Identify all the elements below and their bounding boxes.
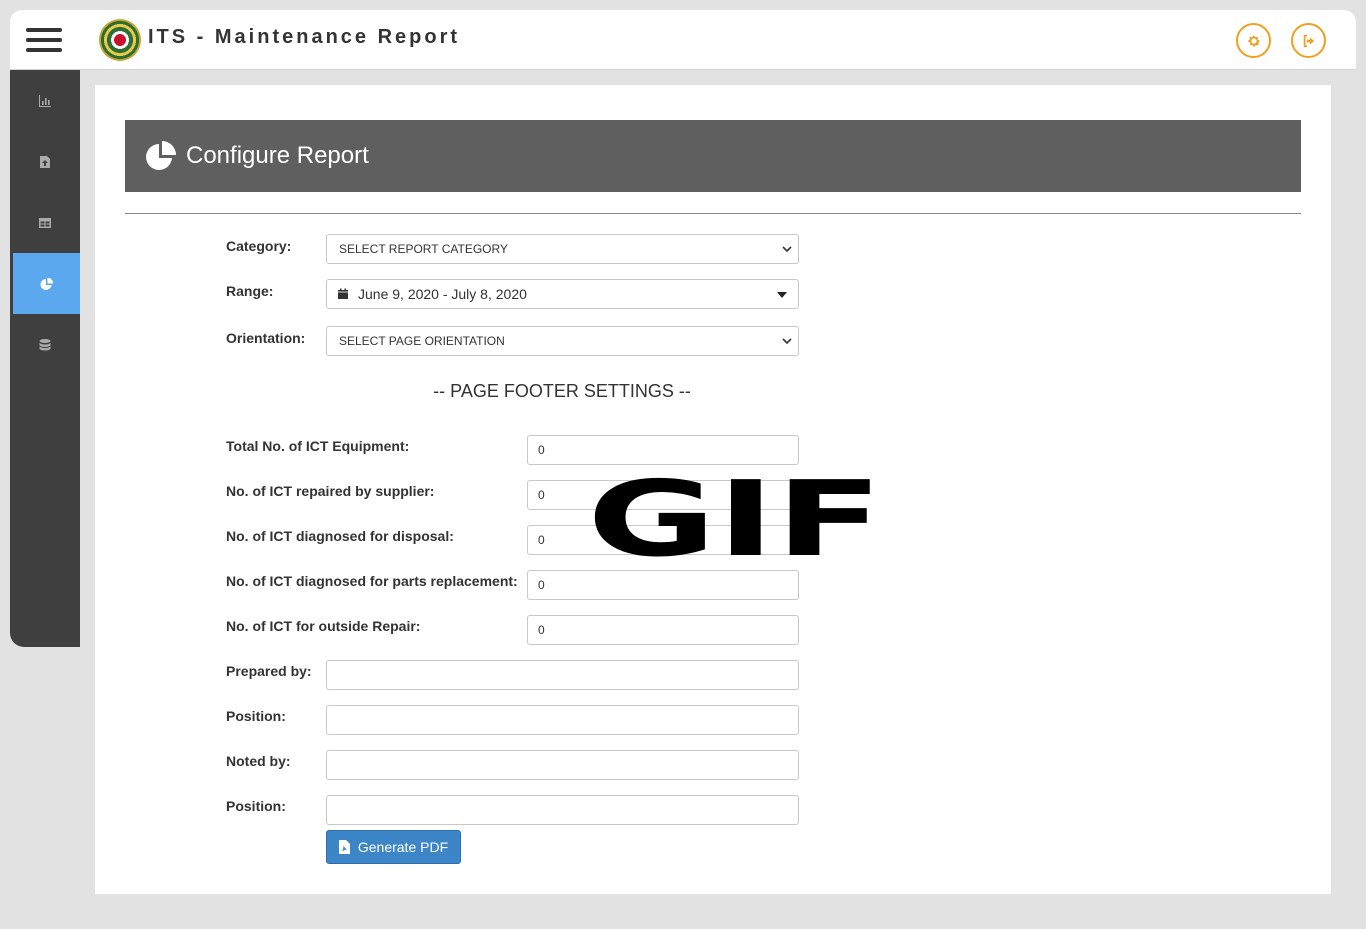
panel-header: Configure Report (125, 120, 1301, 192)
database-icon (39, 338, 51, 350)
file-upload-icon (40, 155, 50, 168)
sidebar-item-upload[interactable] (10, 131, 80, 192)
bar-chart-icon (39, 94, 51, 107)
divider (125, 213, 1301, 214)
sidebar-item-reports[interactable] (13, 253, 80, 314)
caret-down-icon (777, 292, 787, 298)
category-select-value: SELECT REPORT CATEGORY (339, 242, 508, 256)
sidebar-item-records[interactable] (10, 192, 80, 253)
date-range-picker[interactable]: June 9, 2020 - July 8, 2020 (326, 279, 799, 309)
parts-replacement-input[interactable]: 0 (527, 570, 799, 600)
input-value: 0 (538, 533, 545, 547)
range-label: Range: (226, 283, 274, 299)
orientation-select-value: SELECT PAGE ORIENTATION (339, 334, 505, 348)
prepared-by-label: Prepared by: (226, 663, 312, 679)
prepared-by-input[interactable] (326, 660, 799, 690)
sidebar-item-database[interactable] (10, 314, 80, 375)
position-label: Position: (226, 708, 286, 724)
footer-field-label: No. of ICT diagnosed for disposal: (226, 528, 454, 544)
footer-field-label: No. of ICT for outside Repair: (226, 618, 421, 634)
category-label: Category: (226, 238, 292, 254)
sidebar (10, 70, 80, 647)
orientation-label: Orientation: (226, 330, 306, 346)
panel-title: Configure Report (186, 142, 369, 169)
top-bar: ITS - Maintenance Report (10, 10, 1356, 70)
app-window: ITS - Maintenance Report Configure Repor… (10, 10, 1356, 929)
gear-icon (1247, 35, 1260, 47)
footer-field-label: No. of ICT repaired by supplier: (226, 483, 435, 499)
sign-out-icon (1303, 34, 1314, 47)
input-value: 0 (538, 488, 545, 502)
input-value: 0 (538, 578, 545, 592)
footer-field-label: Total No. of ICT Equipment: (226, 438, 410, 454)
prepared-by-position-input[interactable] (326, 705, 799, 735)
outside-repair-input[interactable]: 0 (527, 615, 799, 645)
pie-chart-icon (146, 141, 176, 170)
generate-pdf-label: Generate PDF (357, 839, 449, 855)
total-ict-equipment-input[interactable]: 0 (527, 435, 799, 465)
app-title: ITS - Maintenance Report (148, 26, 461, 48)
agency-seal-logo (99, 19, 141, 61)
orientation-select[interactable]: SELECT PAGE ORIENTATION (326, 326, 799, 356)
input-value: 0 (538, 623, 545, 637)
input-value: 0 (538, 443, 545, 457)
page-footer-settings-heading: -- PAGE FOOTER SETTINGS -- (433, 381, 691, 401)
generate-pdf-button[interactable]: Generate PDF (326, 830, 461, 864)
chevron-down-icon (782, 338, 792, 345)
calendar-icon (338, 288, 348, 299)
table-icon (39, 217, 51, 228)
noted-by-input[interactable] (326, 750, 799, 780)
footer-field-label: No. of ICT diagnosed for parts replaceme… (226, 573, 518, 589)
sidebar-item-dashboard[interactable] (10, 70, 80, 131)
settings-button[interactable] (1236, 23, 1271, 58)
logout-button[interactable] (1291, 23, 1326, 58)
gif-overlay-text: GIF (587, 476, 883, 558)
hamburger-menu-icon[interactable] (26, 28, 62, 54)
date-range-value: June 9, 2020 - July 8, 2020 (358, 286, 527, 302)
pie-chart-icon (40, 277, 53, 290)
position-label: Position: (226, 798, 286, 814)
chevron-down-icon (782, 246, 792, 253)
file-pdf-icon (338, 840, 350, 854)
category-select[interactable]: SELECT REPORT CATEGORY (326, 234, 799, 264)
gif-overlay-badge: GIF (587, 476, 883, 558)
noted-by-position-input[interactable] (326, 795, 799, 825)
noted-by-label: Noted by: (226, 753, 291, 769)
